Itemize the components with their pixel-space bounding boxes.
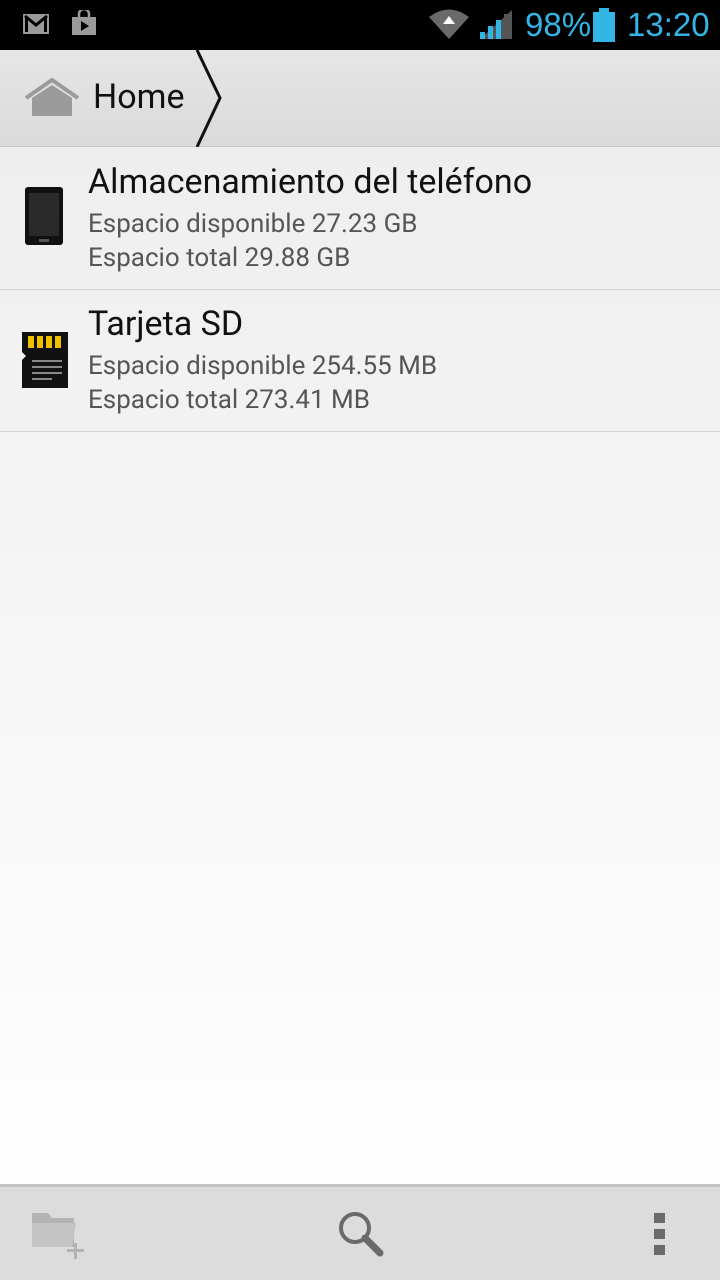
wifi-icon [429,9,469,39]
clock: 13:20 [627,6,710,43]
battery-percent: 98% [525,6,592,43]
storage-item-title: Tarjeta SD [88,304,244,344]
breadcrumb-separator [195,50,222,147]
status-bar: 98% 13:20 [0,0,720,50]
new-folder-icon [32,1213,84,1259]
overflow-menu-icon [654,1213,665,1255]
play-store-icon [72,10,96,35]
battery-icon [593,8,615,42]
phone-icon [25,187,63,245]
signal-icon [480,10,512,39]
home-label: Home [93,77,185,117]
storage-item-phone[interactable]: Almacenamiento del teléfono Espacio disp… [0,148,720,290]
gmail-icon [23,14,49,34]
action-bar [0,1184,720,1280]
breadcrumb: Home [0,50,720,147]
storage-list: Almacenamiento del teléfono Espacio disp… [0,148,720,432]
search-button[interactable] [300,1187,420,1280]
search-icon [339,1212,384,1257]
storage-available: Espacio disponible 27.23 GB [88,209,418,239]
storage-available: Espacio disponible 254.55 MB [88,351,438,381]
home-icon [24,78,80,116]
storage-item-sd-card[interactable]: Tarjeta SD Espacio disponible 254.55 MB … [0,290,720,432]
sd-card-icon [22,332,68,388]
storage-total: Espacio total 29.88 GB [88,243,351,273]
storage-total: Espacio total 273.41 MB [88,385,370,415]
new-folder-button[interactable] [0,1187,120,1280]
storage-item-title: Almacenamiento del teléfono [88,162,533,202]
overflow-menu-button[interactable] [620,1187,720,1280]
